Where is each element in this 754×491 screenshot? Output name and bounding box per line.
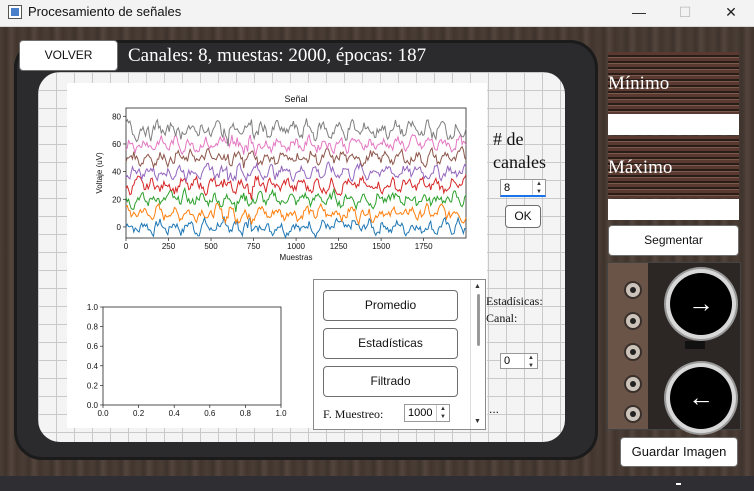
sampling-value: 1000	[408, 407, 433, 419]
save-image-button[interactable]: Guardar Imagen	[620, 437, 738, 467]
x-tick-label: 0.8	[240, 409, 252, 418]
channels-value: 8	[504, 182, 511, 194]
close-button[interactable]: ✕	[708, 0, 754, 26]
x-tick-label: 1.0	[275, 409, 287, 418]
stats-panel: Estadísicas: Canal:	[486, 293, 543, 327]
x-tick-label: 1250	[330, 242, 348, 251]
sampling-label: F. Muestreo:	[323, 407, 384, 421]
knob-icon	[624, 312, 642, 330]
maximize-button[interactable]: ☐	[662, 0, 708, 26]
knob-icon	[624, 281, 642, 299]
tape-panel: → ←	[607, 262, 741, 430]
x-tick-label: 0	[124, 242, 129, 251]
knob-icon	[624, 343, 642, 361]
average-button[interactable]: Promedio	[323, 290, 458, 321]
y-axis-label: Voltaje (uV)	[95, 152, 104, 194]
x-tick-label: 500	[204, 242, 218, 251]
arrow-left-icon: ←	[688, 382, 714, 412]
y-tick-label: 1.0	[87, 303, 99, 312]
scroll-up-icon[interactable]: ▲	[474, 283, 481, 290]
reel-bridge	[685, 341, 705, 349]
spin-arrows-icon[interactable]: ▲ ▼	[532, 180, 545, 195]
y-tick-label: 0.8	[87, 323, 99, 332]
status-indicator	[676, 483, 681, 485]
scroll-thumb[interactable]	[477, 294, 480, 346]
x-tick-label: 1000	[287, 242, 305, 251]
filter-button[interactable]: Filtrado	[323, 366, 458, 397]
channels-spinbox[interactable]: 8 ▲ ▼	[500, 179, 546, 197]
scroll-down-icon[interactable]: ▼	[474, 418, 481, 425]
app-icon	[8, 5, 22, 19]
max-label: Máximo	[608, 157, 673, 178]
y-tick-label: 0.4	[87, 362, 99, 371]
segment-button[interactable]: Segmentar	[608, 225, 739, 256]
arrow-right-icon: →	[688, 288, 714, 318]
y-tick-label: 20	[112, 195, 121, 204]
knob-icon	[624, 375, 642, 393]
min-input[interactable]	[608, 114, 739, 135]
x-tick-label: 0.2	[133, 409, 145, 418]
dataset-info: Canales: 8, muestas: 2000, épocas: 187	[128, 45, 427, 66]
spin-arrows-icon[interactable]: ▲ ▼	[436, 405, 449, 421]
channels-label-line1: # de	[493, 129, 524, 149]
x-tick-label: 750	[247, 242, 261, 251]
sampling-spinbox[interactable]: 1000 ▲ ▼	[404, 404, 450, 422]
x-tick-label: 250	[162, 242, 176, 251]
x-axis-label: Muestras	[280, 253, 313, 262]
ok-button[interactable]: OK	[505, 205, 541, 228]
back-reel-button[interactable]: ←	[670, 367, 732, 429]
chart-title: Señal	[284, 94, 307, 104]
x-tick-label: 1500	[372, 242, 390, 251]
y-tick-label: 80	[112, 112, 121, 121]
forward-reel-button[interactable]: →	[670, 273, 732, 335]
spin-arrows-icon[interactable]: ▲ ▼	[524, 354, 537, 369]
status-bar	[0, 476, 754, 491]
max-input[interactable]	[608, 199, 739, 220]
stats-title: Estadísicas:	[486, 294, 543, 308]
y-tick-label: 0.2	[87, 381, 99, 390]
ellipsis-text: ...	[489, 402, 500, 416]
title-bar: Procesamiento de señales — ☐ ✕	[0, 0, 754, 27]
signal-chart: Señal Muestras Voltaje (uV) 0 250 500 750 1000 1…	[95, 94, 467, 262]
statistics-button[interactable]: Estadísticas	[323, 328, 458, 359]
min-label: Mínimo	[608, 73, 670, 94]
secondary-chart: 0.0 0.2 0.4 0.6 0.8 1.0 0.0 0.2 0.4 0.6 0.8 1.0	[87, 303, 287, 418]
channels-label-line2: canales	[493, 152, 546, 172]
stats-channel-spinbox[interactable]: 0 ▲ ▼	[500, 353, 538, 369]
x-tick-label: 1750	[415, 242, 433, 251]
y-tick-label: 0.6	[87, 342, 99, 351]
knob-icon	[624, 405, 642, 423]
plot-frame	[102, 306, 282, 406]
y-tick-label: 0.0	[87, 401, 99, 410]
back-button[interactable]: VOLVER	[19, 40, 118, 71]
y-tick-label: 0	[117, 223, 122, 232]
channels-label: # de canales	[493, 128, 546, 174]
actions-scroll-panel[interactable]: Promedio Estadísticas Filtrado F. Muestr…	[313, 279, 486, 430]
y-tick-label: 40	[112, 168, 121, 177]
stats-channel-label: Canal:	[486, 311, 518, 325]
x-tick-label: 0.0	[97, 409, 109, 418]
window-title: Procesamiento de señales	[28, 4, 182, 19]
scrollbar[interactable]: ▲ ▼	[470, 280, 485, 429]
minimize-button[interactable]: —	[616, 0, 662, 26]
stats-channel-value: 0	[504, 355, 511, 367]
y-tick-label: 60	[112, 140, 121, 149]
x-tick-label: 0.6	[204, 409, 216, 418]
x-tick-label: 0.4	[169, 409, 181, 418]
